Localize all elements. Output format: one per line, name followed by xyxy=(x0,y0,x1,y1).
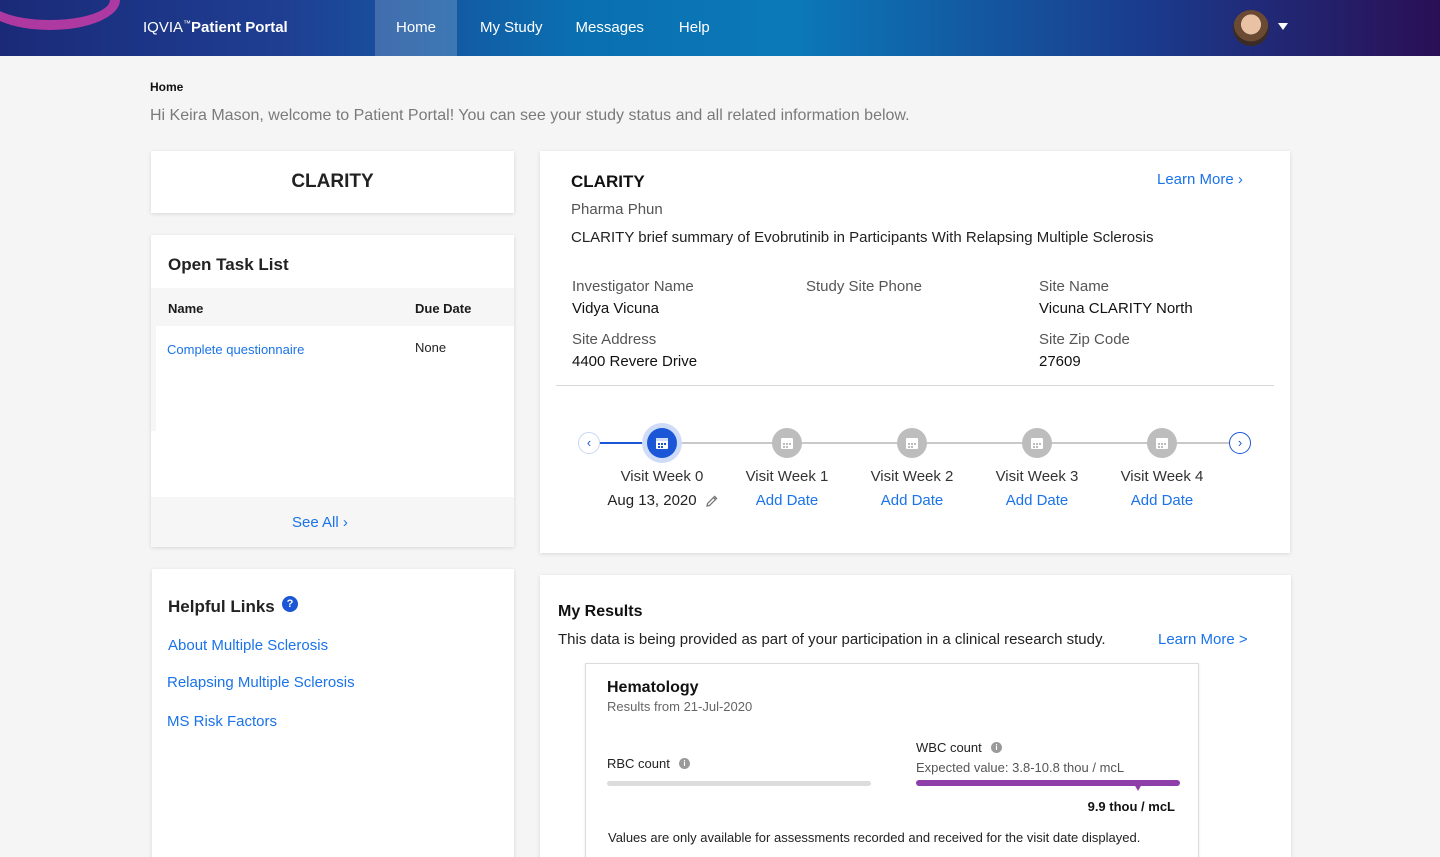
visit-label: Visit Week 2 xyxy=(870,468,954,485)
rbc-label: RBC count xyxy=(607,756,670,771)
calendar-icon xyxy=(1156,438,1168,449)
chevron-left-icon[interactable]: ‹ xyxy=(578,432,600,454)
task-table-header: Name Due Date xyxy=(151,288,514,326)
info-icon[interactable]: i xyxy=(991,742,1002,753)
welcome-message: Hi Keira Mason, welcome to Patient Porta… xyxy=(150,107,910,124)
visit-date: Aug 13, 2020 xyxy=(607,492,697,509)
site-address-label: Site Address xyxy=(572,331,657,348)
visit-label: Visit Week 1 xyxy=(745,468,829,485)
task-list-title: Open Task List xyxy=(168,255,289,274)
panel-title: Hematology xyxy=(607,679,699,696)
question-icon[interactable]: ? xyxy=(282,596,298,612)
calendar-icon xyxy=(1031,438,1043,449)
brand-tm: ™ xyxy=(183,19,192,28)
brand-prefix: IQVIA xyxy=(143,19,184,36)
breadcrumb: Home xyxy=(150,80,184,94)
site-address-value: 4400 Revere Drive xyxy=(572,353,698,370)
site-name-value: Vicuna CLARITY North xyxy=(1039,300,1193,317)
site-name-label: Site Name xyxy=(1039,278,1110,295)
calendar-icon xyxy=(656,438,668,449)
divider xyxy=(556,385,1274,386)
investigator-value: Vidya Vicuna xyxy=(572,300,660,317)
nav-home[interactable]: Home xyxy=(375,0,458,56)
nav-help[interactable]: Help xyxy=(665,0,731,56)
brand-logo[interactable]: IQVIA™Patient Portal xyxy=(143,19,288,36)
visit-node-week-0[interactable] xyxy=(647,428,677,458)
task-list-footer: See All › xyxy=(151,497,514,547)
site-zip-value: 27609 xyxy=(1039,353,1081,370)
chevron-right-icon[interactable]: › xyxy=(1229,432,1251,454)
panel-subtitle: Results from 21-Jul-2020 xyxy=(607,699,753,714)
top-navigation-bar: IQVIA™Patient Portal Home My Study Messa… xyxy=(0,0,1440,56)
avatar[interactable] xyxy=(1233,10,1269,46)
helpful-links-card: Helpful Links ? About Multiple Sclerosis… xyxy=(152,569,514,857)
nav-messages[interactable]: Messages xyxy=(555,0,665,56)
calendar-icon xyxy=(906,438,918,449)
main-nav: Home My Study Messages Help xyxy=(375,0,731,56)
link-ms-risk-factors[interactable]: MS Risk Factors xyxy=(167,713,277,730)
results-note: Values are only available for assessment… xyxy=(608,830,1141,845)
visit-node-week-1[interactable] xyxy=(772,428,802,458)
visit-label: Visit Week 0 xyxy=(620,468,704,485)
see-all-link[interactable]: See All › xyxy=(292,514,348,531)
pencil-icon[interactable] xyxy=(705,494,719,508)
info-icon[interactable]: i xyxy=(679,758,690,769)
column-header-due-date: Due Date xyxy=(415,301,472,316)
wbc-expected-range: Expected value: 3.8-10.8 thou / mcL xyxy=(916,760,1125,775)
rbc-bar xyxy=(607,781,871,786)
task-due-date: None xyxy=(415,340,447,355)
chevron-down-icon[interactable] xyxy=(1278,23,1288,30)
table-edge xyxy=(151,326,156,431)
add-date-link[interactable]: Add Date xyxy=(727,492,847,509)
brand-name: Patient Portal xyxy=(191,19,288,36)
visit-label: Visit Week 4 xyxy=(1120,468,1204,485)
visit-node-week-4[interactable] xyxy=(1147,428,1177,458)
learn-more-link[interactable]: Learn More › xyxy=(1157,171,1243,188)
decorative-swirl xyxy=(0,0,120,30)
column-header-name: Name xyxy=(168,301,204,316)
results-title: My Results xyxy=(558,603,643,620)
site-zip-label: Site Zip Code xyxy=(1039,331,1130,348)
add-date-link[interactable]: Add Date xyxy=(1102,492,1222,509)
study-name-card: CLARITY xyxy=(151,151,514,213)
study-name: CLARITY xyxy=(291,171,374,192)
study-sponsor: Pharma Phun xyxy=(571,201,663,218)
results-learn-more-link[interactable]: Learn More > xyxy=(1158,631,1248,648)
wbc-value: 9.9 thou / mcL xyxy=(1087,799,1175,814)
calendar-icon xyxy=(781,438,793,449)
visit-label: Visit Week 3 xyxy=(995,468,1079,485)
open-task-list-card: Open Task List Name Due Date Complete qu… xyxy=(151,235,514,547)
wbc-value-marker xyxy=(1133,784,1142,791)
site-phone-label: Study Site Phone xyxy=(806,278,922,295)
visit-node-week-3[interactable] xyxy=(1022,428,1052,458)
wbc-label: WBC count xyxy=(916,740,982,755)
task-link[interactable]: Complete questionnaire xyxy=(167,342,304,357)
link-relapsing-ms[interactable]: Relapsing Multiple Sclerosis xyxy=(167,674,355,691)
study-title: CLARITY xyxy=(571,172,645,191)
results-description: This data is being provided as part of y… xyxy=(558,631,1106,648)
study-summary: CLARITY brief summary of Evobrutinib in … xyxy=(571,229,1154,246)
link-about-ms[interactable]: About Multiple Sclerosis xyxy=(168,637,328,654)
add-date-link[interactable]: Add Date xyxy=(852,492,972,509)
nav-my-study[interactable]: My Study xyxy=(457,0,555,56)
study-details-card: CLARITY Learn More › Pharma Phun CLARITY… xyxy=(540,151,1290,553)
add-date-link[interactable]: Add Date xyxy=(977,492,1097,509)
helpful-links-title: Helpful Links xyxy=(168,597,275,616)
investigator-label: Investigator Name xyxy=(572,278,694,295)
hematology-panel: Hematology Results from 21-Jul-2020 RBC … xyxy=(585,663,1199,857)
visit-node-week-2[interactable] xyxy=(897,428,927,458)
